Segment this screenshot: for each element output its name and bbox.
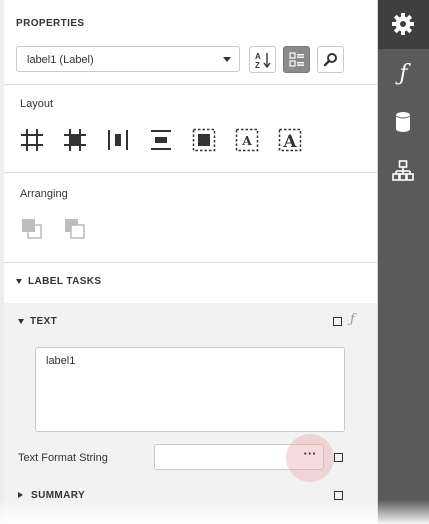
- send-to-back-button[interactable]: [64, 218, 86, 240]
- properties-tab[interactable]: [378, 0, 429, 49]
- svg-text:A: A: [241, 134, 252, 148]
- gear-icon: [392, 13, 414, 35]
- sort-alpha-icon: A Z: [255, 52, 271, 69]
- svg-text:A: A: [255, 52, 261, 61]
- fit-bounds-to-text-icon: A: [278, 128, 302, 152]
- svg-text:A: A: [282, 132, 297, 152]
- send-to-back-icon: [65, 219, 85, 239]
- bring-to-front-icon: [22, 219, 42, 239]
- categorized-view-button[interactable]: [283, 46, 310, 73]
- fit-bounds-to-container-icon: [192, 128, 216, 152]
- report-explorer-icon: [392, 160, 414, 181]
- ellipsis-button[interactable]: ···: [298, 445, 322, 469]
- categories-icon: [289, 52, 304, 67]
- center-vertically-icon: [151, 130, 171, 150]
- label-tasks-header[interactable]: LABEL TASKS: [16, 276, 101, 287]
- text-format-string-label: Text Format String: [18, 452, 108, 464]
- svg-text:Z: Z: [255, 61, 260, 69]
- default-value-marker[interactable]: [333, 317, 342, 326]
- fit-text-to-bounds-button[interactable]: A: [234, 127, 260, 153]
- center-vertically-button[interactable]: [148, 127, 174, 153]
- expression-icon[interactable]: ƒ: [350, 312, 355, 327]
- properties-panel: PROPERTIES label1 (Label) A Z Layout A A…: [0, 0, 378, 524]
- section-divider: [4, 262, 377, 263]
- expressions-icon: ƒ: [399, 61, 408, 86]
- database-icon: [395, 112, 411, 132]
- field-list-tab[interactable]: [378, 98, 429, 147]
- report-explorer-tab[interactable]: [378, 147, 429, 196]
- section-divider: [4, 172, 377, 173]
- sort-alphabetically-button[interactable]: A Z: [249, 46, 276, 73]
- expand-arrow-icon: [18, 492, 23, 499]
- fit-text-to-bounds-icon: A: [235, 128, 259, 152]
- text-section-title: TEXT: [30, 316, 58, 327]
- fit-bounds-to-text-button[interactable]: A: [277, 127, 303, 153]
- search-button[interactable]: [317, 46, 344, 73]
- component-selector[interactable]: label1 (Label): [16, 46, 240, 72]
- center-horizontally-icon: [108, 130, 128, 150]
- collapse-arrow-icon: [16, 278, 22, 284]
- selected-component-text: label1 (Label): [27, 54, 94, 66]
- section-divider: [4, 84, 377, 85]
- layout-section-title: Layout: [20, 98, 54, 110]
- expressions-tab[interactable]: ƒ: [378, 49, 429, 98]
- text-section-header[interactable]: TEXT: [18, 316, 57, 327]
- size-to-grid-button[interactable]: [62, 127, 88, 153]
- chevron-down-icon: [223, 57, 231, 62]
- text-value-editor[interactable]: label1: [35, 347, 345, 432]
- collapse-arrow-icon: [18, 318, 24, 324]
- center-horizontally-button[interactable]: [105, 127, 131, 153]
- bottom-fade-overlay: [0, 500, 429, 524]
- bring-to-front-button[interactable]: [21, 218, 43, 240]
- align-to-grid-button[interactable]: [19, 127, 45, 153]
- fit-bounds-to-container-button[interactable]: [191, 127, 217, 153]
- default-value-marker[interactable]: [334, 491, 343, 500]
- align-to-grid-icon: [21, 129, 43, 151]
- panel-title: PROPERTIES: [16, 18, 85, 29]
- default-value-marker[interactable]: [334, 453, 343, 462]
- side-tab-rail: ƒ: [378, 0, 429, 524]
- text-value: label1: [46, 355, 76, 367]
- search-icon: [323, 53, 337, 67]
- size-to-grid-icon: [64, 129, 86, 151]
- arranging-section-title: Arranging: [20, 188, 68, 200]
- label-tasks-title: LABEL TASKS: [28, 276, 102, 287]
